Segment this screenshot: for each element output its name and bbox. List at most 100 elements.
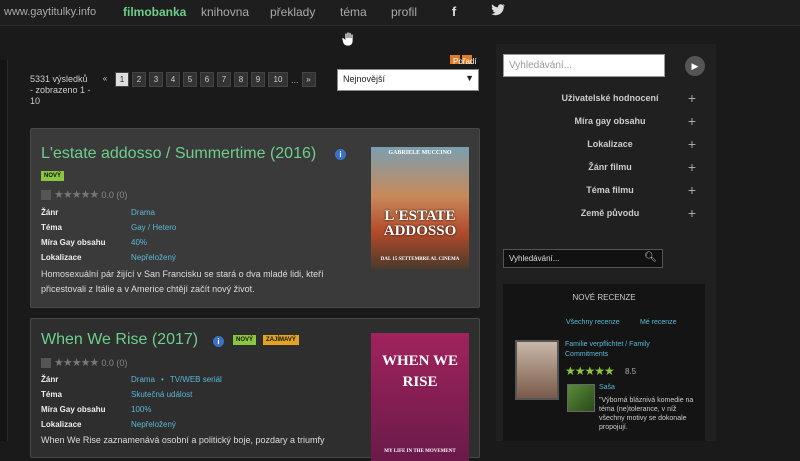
left-edge-strip xyxy=(0,60,8,441)
topic-label: Téma xyxy=(41,223,62,232)
gay-content-label: Míra Gay obsahu xyxy=(41,238,106,247)
next-page-button[interactable]: » xyxy=(301,72,316,87)
plus-icon[interactable]: + xyxy=(688,113,696,129)
new-badge: NOVÝ xyxy=(233,335,257,345)
page-7-button[interactable]: 7 xyxy=(217,72,231,87)
rating-text: 0.0 (0) xyxy=(101,189,128,200)
sort-select[interactable]: Nejnovější ▼ xyxy=(337,69,479,91)
results-count: 5331 výsledků - zobrazeno 1 - 10 xyxy=(30,74,91,106)
topic-link[interactable]: Gay / Hetero xyxy=(131,223,176,232)
page-10-button[interactable]: 10 xyxy=(268,72,288,87)
movie-rating: ★★★★★ 0.0 (0) xyxy=(41,188,127,201)
filter-genre[interactable]: Žánr filmu + xyxy=(520,159,700,178)
rating-avatar-icon xyxy=(41,189,51,200)
localization-label: Lokalizace xyxy=(41,420,82,429)
secondary-search-placeholder: Vyhledávání... xyxy=(509,254,560,263)
review-movie-title[interactable]: Familie verpflichtet / Family Commitment… xyxy=(565,340,685,360)
nav-filmobanka[interactable]: filmobanka xyxy=(123,5,186,19)
sort-label: Pořadí xyxy=(453,57,477,66)
page-8-button[interactable]: 8 xyxy=(234,72,248,87)
site-name[interactable]: www.gaytitulky.info xyxy=(4,6,96,18)
info-icon[interactable]: i xyxy=(335,149,346,160)
page-3-button[interactable]: 3 xyxy=(149,72,163,87)
reviewer-name[interactable]: Saša xyxy=(599,384,615,391)
filter-gay-content[interactable]: Míra gay obsahu + xyxy=(520,113,700,132)
genre-label: Žánr xyxy=(41,375,59,384)
localization-link[interactable]: Nepřeložený xyxy=(131,253,176,262)
topic-label: Téma xyxy=(41,390,62,399)
page-1-button[interactable]: 1 xyxy=(115,72,129,87)
page-9-button[interactable]: 9 xyxy=(251,72,265,87)
page-6-button[interactable]: 6 xyxy=(200,72,214,87)
review-score: 8.5 xyxy=(625,367,637,376)
facebook-icon[interactable]: f xyxy=(446,4,462,20)
gay-content-label: Míra Gay obsahu xyxy=(41,405,106,414)
chevron-down-icon: ▼ xyxy=(465,73,474,83)
all-reviews-link[interactable]: Všechny recenze xyxy=(566,319,620,326)
review-stars: ★★★★★ xyxy=(565,364,615,378)
nav-profil[interactable]: profil xyxy=(391,5,417,19)
rating-avatar-icon xyxy=(41,357,51,368)
localization-label: Lokalizace xyxy=(41,253,82,262)
filter-label: Lokalizace xyxy=(587,139,633,149)
search-icon[interactable]: 🔍︎ xyxy=(644,252,657,263)
movie-card: When We Rise (2017) i NOVÝ ZAJÍMAVÝ ★★★★… xyxy=(30,318,480,461)
interesting-badge: ZAJÍMAVÝ xyxy=(263,335,299,345)
poster-director: GABRIELE MUCCINO xyxy=(388,150,452,156)
page-5-button[interactable]: 5 xyxy=(183,72,197,87)
reviews-title: NOVÉ RECENZE xyxy=(572,293,636,302)
sort-select-value: Nejnovější xyxy=(343,74,386,84)
my-reviews-link[interactable]: Mé recenze xyxy=(640,319,677,326)
plus-icon[interactable]: + xyxy=(688,182,696,198)
prev-page-button[interactable]: « xyxy=(98,72,112,87)
filter-label: Uživatelské hodnocení xyxy=(561,93,659,103)
genre-link[interactable]: Drama xyxy=(131,375,155,384)
poster-release: DAL 15 SETTEMBRE AL CINEMA xyxy=(380,257,460,262)
search-submit-button[interactable]: ▶ xyxy=(685,56,705,76)
nav-tema[interactable]: téma xyxy=(340,5,367,19)
movie-poster[interactable]: GABRIELE MUCCINO L'ESTATE ADDOSSO DAL 15… xyxy=(371,147,469,269)
poster-subtitle: MY LIFE IN THE MOVEMENT xyxy=(384,449,456,454)
movie-title[interactable]: L'estate addosso / Summertime (2016) xyxy=(41,145,316,163)
plus-icon[interactable]: + xyxy=(688,159,696,175)
review-excerpt: "Výborná bláznivá komedie na téma (ne)to… xyxy=(599,397,694,431)
info-icon[interactable]: i xyxy=(213,336,224,347)
genre-link[interactable]: Drama xyxy=(131,208,155,217)
secondary-search-input[interactable]: Vyhledávání... 🔍︎ xyxy=(503,249,663,268)
topic-link[interactable]: Skutečná událost xyxy=(131,390,192,399)
plus-icon[interactable]: + xyxy=(688,136,696,152)
search-input[interactable]: Vyhledávání... xyxy=(503,54,665,77)
movie-title[interactable]: When We Rise (2017) xyxy=(41,331,198,349)
filter-label: Země původu xyxy=(580,208,640,218)
nav-preklady[interactable]: překlady xyxy=(270,5,315,19)
top-navigation-bar: www.gaytitulky.info filmobanka knihovna … xyxy=(0,0,800,26)
gay-content-link[interactable]: 100% xyxy=(131,405,151,414)
new-reviews-panel: NOVÉ RECENZE Všechny recenze Mé recenze … xyxy=(503,284,705,441)
poster-title: WHEN WE RISE xyxy=(382,353,458,390)
filter-user-rating[interactable]: Uživatelské hodnocení + xyxy=(520,90,700,109)
pagination: « 1 2 3 4 5 6 7 8 9 10 ... » xyxy=(98,72,316,87)
plus-icon[interactable]: + xyxy=(688,205,696,221)
filter-label: Téma filmu xyxy=(586,185,634,195)
hand-cursor-icon xyxy=(340,30,358,48)
localization-link[interactable]: Nepřeložený xyxy=(131,420,176,429)
review-movie-poster[interactable] xyxy=(515,340,559,400)
plus-icon[interactable]: + xyxy=(688,90,696,106)
poster-title: L'ESTATE ADDOSSO xyxy=(383,208,457,239)
rating-stars[interactable]: ★★★★★ xyxy=(54,188,99,201)
reviewer-avatar[interactable] xyxy=(567,384,595,412)
rating-stars[interactable]: ★★★★★ xyxy=(54,356,99,369)
filter-localization[interactable]: Lokalizace + xyxy=(520,136,700,155)
page-2-button[interactable]: 2 xyxy=(132,72,146,87)
filter-topic[interactable]: Téma filmu + xyxy=(520,182,700,201)
filter-label: Míra gay obsahu xyxy=(574,116,646,126)
twitter-icon[interactable] xyxy=(490,4,506,20)
nav-knihovna[interactable]: knihovna xyxy=(201,5,249,19)
gay-content-link[interactable]: 40% xyxy=(131,238,147,247)
pagination-ellipsis: ... xyxy=(291,74,299,85)
movie-rating: ★★★★★ 0.0 (0) xyxy=(41,356,127,369)
movie-poster[interactable]: WHEN WE RISE MY LIFE IN THE MOVEMENT xyxy=(371,333,469,461)
genre-link-2[interactable]: TV/WEB seriál xyxy=(170,375,222,384)
page-4-button[interactable]: 4 xyxy=(166,72,180,87)
filter-country[interactable]: Země původu + xyxy=(520,205,700,224)
